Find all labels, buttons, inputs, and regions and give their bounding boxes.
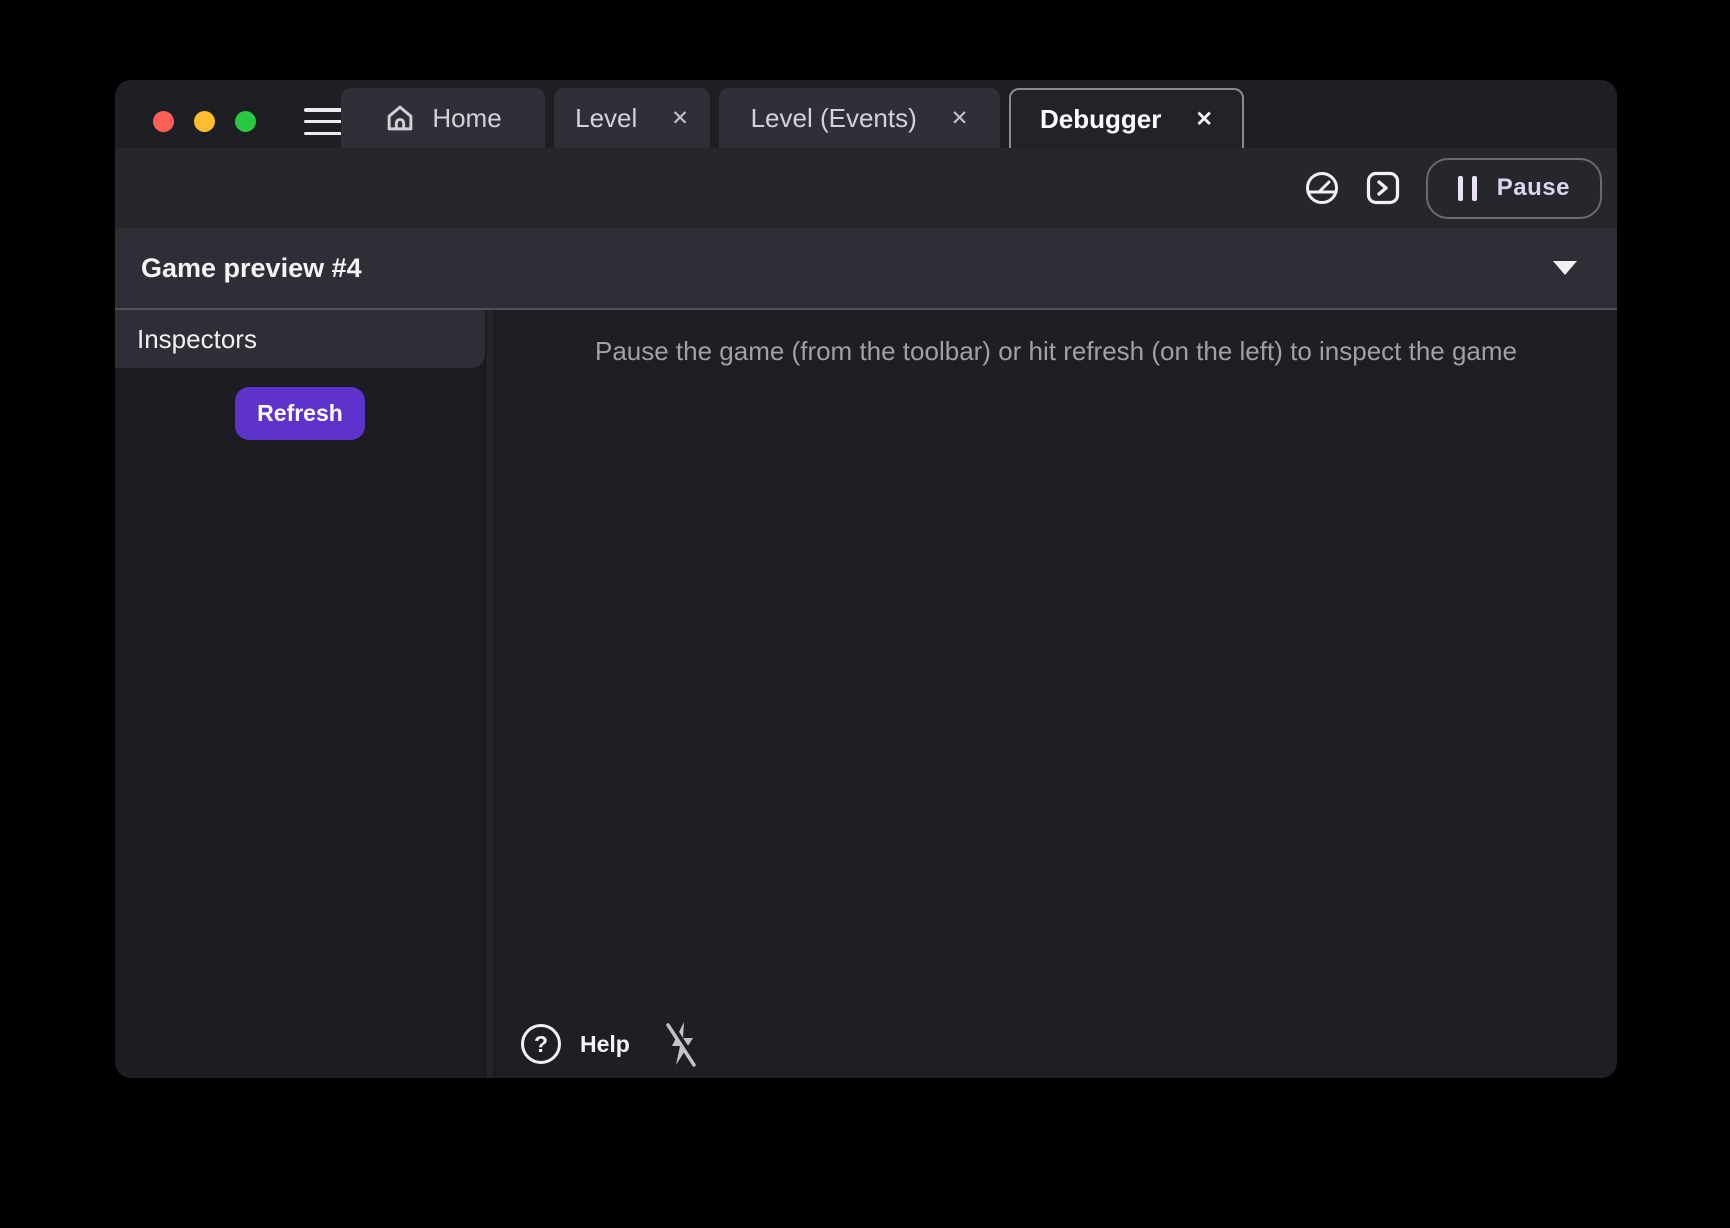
inspectors-sidebar: Inspectors Refresh — [115, 310, 485, 1078]
tab-home[interactable]: Home — [341, 88, 545, 148]
window-controls — [153, 111, 256, 132]
tab-level-events[interactable]: Level (Events) ✕ — [719, 88, 1000, 148]
tab-close-icon[interactable]: ✕ — [671, 108, 689, 129]
game-preview-title: Game preview #4 — [141, 253, 362, 284]
tab-bar: Home Level ✕ Level (Events) ✕ Debugger ✕ — [341, 88, 1244, 148]
game-preview-header[interactable]: Game preview #4 — [115, 228, 1617, 308]
tab-level[interactable]: Level ✕ — [554, 88, 710, 148]
inspectors-header-label: Inspectors — [137, 324, 257, 355]
minimize-window-control[interactable] — [194, 111, 215, 132]
tab-close-icon[interactable]: ✕ — [951, 108, 969, 129]
tab-debugger[interactable]: Debugger ✕ — [1009, 88, 1244, 148]
help-question-icon: ? — [521, 1024, 561, 1064]
bottom-bar: ? Help — [521, 1020, 701, 1068]
debugger-window: Home Level ✕ Level (Events) ✕ Debugger ✕ Pause… — [115, 80, 1617, 1078]
pause-bars-icon — [1458, 176, 1477, 201]
pause-hint-text: Pause the game (from the toolbar) or hit… — [495, 310, 1617, 367]
pause-button-label: Pause — [1497, 174, 1570, 202]
zoom-window-control[interactable] — [235, 111, 256, 132]
tab-label: Debugger — [1040, 104, 1161, 135]
title-bar: Home Level ✕ Level (Events) ✕ Debugger ✕ — [115, 80, 1617, 148]
help-button[interactable]: ? Help — [521, 1024, 630, 1064]
panel-divider[interactable] — [485, 310, 495, 1078]
profiler-speedometer-icon[interactable] — [1304, 170, 1340, 206]
tab-label: Level — [575, 103, 637, 134]
tab-label: Level (Events) — [751, 103, 917, 134]
inspectors-header[interactable]: Inspectors — [115, 310, 485, 368]
debugger-toolbar: Pause — [115, 148, 1617, 228]
close-window-control[interactable] — [153, 111, 174, 132]
home-icon — [384, 102, 416, 134]
tab-label: Home — [432, 103, 501, 134]
hamburger-menu-icon[interactable] — [304, 108, 342, 135]
tab-close-icon[interactable]: ✕ — [1195, 109, 1213, 130]
content-area: Inspectors Refresh Pause the game (from … — [115, 310, 1617, 1078]
refresh-button[interactable]: Refresh — [235, 387, 365, 440]
dropdown-triangle-icon[interactable] — [1553, 261, 1577, 275]
refresh-button-label: Refresh — [257, 400, 343, 427]
console-icon[interactable] — [1366, 171, 1400, 205]
debugger-main-panel: Pause the game (from the toolbar) or hit… — [495, 310, 1617, 1078]
help-label: Help — [580, 1031, 630, 1058]
flash-off-icon[interactable] — [663, 1020, 701, 1068]
pause-button[interactable]: Pause — [1426, 158, 1602, 219]
